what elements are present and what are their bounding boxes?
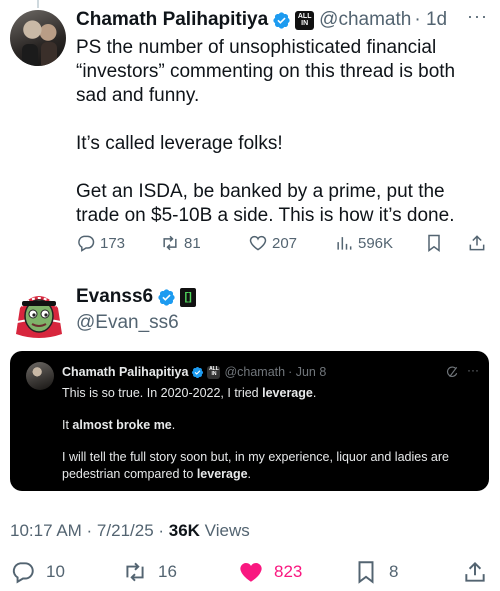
- tweet-paragraph: PS the number of unsophisticated financi…: [76, 37, 456, 106]
- quoted-tweet-header: Chamath Palihapitiya ALL IN @chamath · J…: [62, 365, 326, 379]
- verified-badge-icon: [273, 11, 290, 29]
- share-icon: [469, 235, 485, 251]
- repost-icon: [163, 235, 177, 251]
- bookmark-button[interactable]: [424, 233, 448, 253]
- tweet-time: · Jun 8: [288, 365, 327, 379]
- reply-button[interactable]: 10: [10, 559, 65, 585]
- like-button[interactable]: 207: [248, 233, 297, 253]
- avatar[interactable]: [26, 362, 54, 390]
- heart-filled-icon: [240, 563, 262, 582]
- views-count: 36K: [168, 521, 200, 540]
- tweet-paragraph: This is so true. In 2020-2022, I tried l…: [62, 386, 317, 400]
- tweet-header: Chamath Palihapitiya ALL IN @chamath · 1…: [76, 9, 447, 31]
- repost-count: 16: [158, 562, 177, 581]
- reply-icon: [78, 235, 95, 252]
- verified-badge-icon: [192, 366, 204, 378]
- heart-icon: [249, 235, 267, 251]
- author-name[interactable]: Evanss6: [76, 286, 153, 308]
- like-count: 207: [272, 234, 298, 252]
- reply-button[interactable]: 173: [76, 233, 125, 253]
- tweet-actions: 173 81 207 596K: [76, 233, 491, 255]
- tweet-meta: 10:17 AM · 7/21/25 · 36K Views: [10, 521, 250, 541]
- affiliate-badge-icon: ALL IN: [207, 365, 221, 379]
- avatar[interactable]: [10, 10, 66, 66]
- repost-button[interactable]: 81: [160, 233, 201, 253]
- more-options-button[interactable]: ···: [467, 363, 479, 377]
- reply-icon: [12, 562, 34, 584]
- main-tweet-actions: 10 16 823 8: [10, 559, 490, 585]
- author-handle[interactable]: @Evan_ss6: [76, 312, 179, 334]
- tweet-paragraph: I will tell the full story soon but, in …: [62, 450, 449, 481]
- share-button[interactable]: [462, 559, 498, 585]
- share-button[interactable]: [467, 233, 491, 253]
- thread-connector-line: [37, 0, 39, 8]
- views-button[interactable]: 596K: [334, 233, 393, 253]
- bookmark-icon: [428, 234, 440, 252]
- analytics-icon: [337, 237, 352, 250]
- reply-count: 173: [100, 234, 126, 252]
- tweet-paragraph: Get an ISDA, be banked by a prime, put t…: [76, 181, 455, 226]
- timestamp[interactable]: 10:17 AM · 7/21/25 ·: [10, 521, 169, 540]
- tweet-time[interactable]: · 1d: [414, 9, 447, 31]
- verified-badge-icon: [158, 288, 175, 306]
- like-button[interactable]: 823: [238, 559, 302, 585]
- quoted-tweet-text: This is so true. In 2020-2022, I tried l…: [62, 385, 472, 498]
- affiliate-badge-icon[interactable]: ALL IN: [295, 10, 315, 30]
- grok-icon[interactable]: [445, 365, 459, 379]
- tweet-paragraph: It almost broke me.: [62, 418, 176, 432]
- bookmark-count: 8: [389, 562, 399, 581]
- bookmark-button[interactable]: 8: [353, 559, 398, 585]
- like-count: 823: [274, 562, 303, 581]
- repost-icon: [126, 562, 144, 582]
- reply-count: 10: [46, 562, 65, 581]
- affiliate-badge-icon[interactable]: []: [180, 287, 197, 307]
- views-label: Views: [199, 521, 250, 540]
- quoted-tweet-card[interactable]: Chamath Palihapitiya ALL IN @chamath · J…: [10, 351, 489, 491]
- author-name[interactable]: Chamath Palihapitiya: [76, 9, 268, 31]
- more-options-button[interactable]: ···: [467, 6, 488, 27]
- repost-count: 81: [184, 234, 201, 252]
- author-handle: @chamath: [224, 365, 286, 379]
- author-name[interactable]: Chamath Palihapitiya: [62, 365, 188, 379]
- tweet-paragraph: It’s called leverage folks!: [76, 133, 283, 154]
- author-handle[interactable]: @chamath: [319, 9, 411, 31]
- repost-button[interactable]: 16: [122, 559, 177, 585]
- main-tweet-header: Evanss6 []: [76, 286, 197, 308]
- tweet-text: PS the number of unsophisticated financi…: [76, 36, 486, 228]
- bookmark-icon: [358, 561, 374, 584]
- view-count: 596K: [358, 234, 394, 252]
- share-icon: [465, 561, 485, 582]
- avatar[interactable]: [8, 282, 70, 344]
